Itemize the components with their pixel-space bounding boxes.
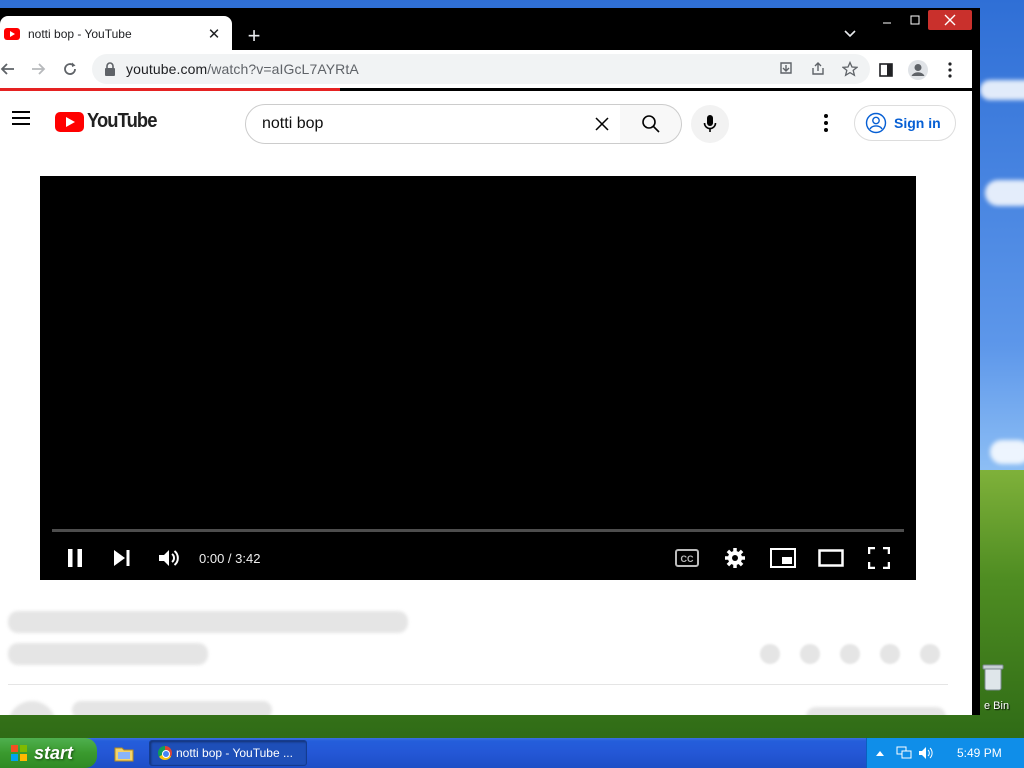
action-placeholder	[800, 644, 820, 664]
back-arrow-icon[interactable]	[0, 53, 24, 85]
desktop-cloud	[980, 80, 1024, 100]
chrome-icon	[158, 746, 172, 760]
youtube-header: YouTube Sign in	[0, 91, 972, 147]
clock[interactable]: 5:49 PM	[957, 746, 1002, 760]
title-placeholder	[8, 611, 408, 633]
fullscreen-icon	[868, 547, 890, 569]
profile-avatar-icon[interactable]	[902, 54, 934, 86]
player-controls: 0:00 / 3:42 CC	[40, 540, 916, 580]
channel-placeholder	[8, 643, 208, 665]
settings-menu-icon[interactable]	[812, 109, 840, 137]
new-tab-button[interactable]: +	[240, 22, 268, 50]
browser-menu-icon[interactable]	[934, 54, 966, 86]
guide-menu-icon[interactable]	[6, 103, 36, 133]
youtube-logo-icon	[55, 111, 84, 132]
miniplayer-button[interactable]	[765, 540, 801, 576]
closed-captions-icon: CC	[675, 549, 699, 567]
desktop-cloud	[990, 440, 1024, 464]
url-host: youtube.com	[126, 61, 208, 77]
youtube-page: YouTube Sign in	[0, 91, 972, 715]
window-minimize-button[interactable]	[876, 10, 898, 30]
lock-icon	[105, 62, 115, 76]
video-player[interactable]: 0:00 / 3:42 CC	[40, 176, 916, 580]
share-icon[interactable]	[804, 55, 832, 83]
browser-toolbar: youtube.com/watch?v=aIGcL7AYRtA	[0, 50, 972, 88]
comment-placeholder	[72, 701, 272, 715]
tab-title: notti bop - YouTube	[28, 27, 132, 41]
recycle-bin-label: e Bin	[984, 700, 1010, 712]
youtube-logo-text: YouTube	[87, 110, 157, 132]
search-button[interactable]	[620, 104, 682, 144]
youtube-logo[interactable]: YouTube	[55, 110, 163, 133]
taskbar-chrome-label: notti bop - YouTube ...	[176, 746, 293, 760]
account-icon	[865, 112, 887, 134]
action-placeholder	[840, 644, 860, 664]
pause-icon	[68, 549, 82, 567]
volume-tray-icon[interactable]	[915, 746, 937, 760]
tab-search-chevron-icon[interactable]	[838, 24, 862, 44]
window-close-button[interactable]	[928, 10, 972, 30]
browser-window: notti bop - YouTube ✕ + youtube.com/watc…	[0, 8, 980, 715]
file-explorer-icon[interactable]	[114, 744, 134, 762]
reload-icon[interactable]	[54, 53, 86, 85]
theater-mode-button[interactable]	[813, 540, 849, 576]
next-icon	[114, 550, 130, 566]
url-text[interactable]: youtube.com/watch?v=aIGcL7AYRtA	[126, 61, 772, 77]
content-divider	[8, 684, 948, 685]
side-panel-icon[interactable]	[870, 54, 902, 86]
voice-search-button[interactable]	[691, 105, 729, 143]
address-bar[interactable]: youtube.com/watch?v=aIGcL7AYRtA	[92, 54, 870, 84]
start-button[interactable]: start	[0, 738, 97, 768]
sign-in-button[interactable]: Sign in	[854, 105, 956, 141]
fullscreen-button[interactable]	[861, 540, 897, 576]
desktop-cloud	[985, 180, 1024, 206]
search-box	[245, 104, 621, 144]
video-progress-bar[interactable]	[52, 529, 904, 532]
bookmark-star-icon[interactable]	[836, 55, 864, 83]
url-path: /watch?v=aIGcL7AYRtA	[207, 61, 359, 77]
window-maximize-button[interactable]	[904, 10, 926, 30]
taskbar-chrome-button[interactable]: notti bop - YouTube ...	[149, 740, 307, 766]
youtube-favicon-icon	[4, 28, 20, 40]
sign-in-label: Sign in	[894, 115, 941, 131]
install-app-icon[interactable]	[772, 55, 800, 83]
action-placeholder	[920, 644, 940, 664]
theater-mode-icon	[818, 549, 844, 567]
show-hidden-icons-icon[interactable]	[867, 750, 893, 756]
clear-search-icon[interactable]	[584, 106, 620, 142]
action-placeholder	[880, 644, 900, 664]
gear-icon	[725, 548, 745, 568]
settings-button[interactable]	[717, 540, 753, 576]
avatar-placeholder	[8, 701, 56, 715]
windows-flag-icon	[11, 745, 27, 761]
search-icon	[641, 115, 660, 133]
search-input[interactable]	[262, 115, 584, 133]
svg-text:CC: CC	[681, 554, 694, 564]
microphone-icon	[703, 115, 717, 132]
taskbar: start notti bop - YouTube ... 5:49 PM	[0, 738, 1024, 768]
start-label: start	[34, 742, 74, 763]
pause-button[interactable]	[57, 540, 93, 576]
next-button[interactable]	[104, 540, 140, 576]
volume-icon	[159, 550, 179, 566]
miniplayer-icon	[770, 548, 796, 568]
tab-close-icon[interactable]: ✕	[202, 22, 226, 46]
network-icon[interactable]	[893, 746, 915, 760]
subtitles-button[interactable]: CC	[669, 540, 705, 576]
browser-tab[interactable]: notti bop - YouTube ✕	[0, 16, 232, 52]
system-tray: 5:49 PM	[866, 738, 1024, 768]
action-placeholder	[760, 644, 780, 664]
mute-button[interactable]	[151, 540, 187, 576]
button-placeholder	[806, 707, 946, 715]
recycle-bin-icon[interactable]	[980, 662, 1006, 694]
forward-arrow-icon[interactable]	[22, 53, 54, 85]
video-time-display: 0:00 / 3:42	[199, 551, 261, 566]
tab-strip: notti bop - YouTube ✕ +	[0, 8, 980, 52]
